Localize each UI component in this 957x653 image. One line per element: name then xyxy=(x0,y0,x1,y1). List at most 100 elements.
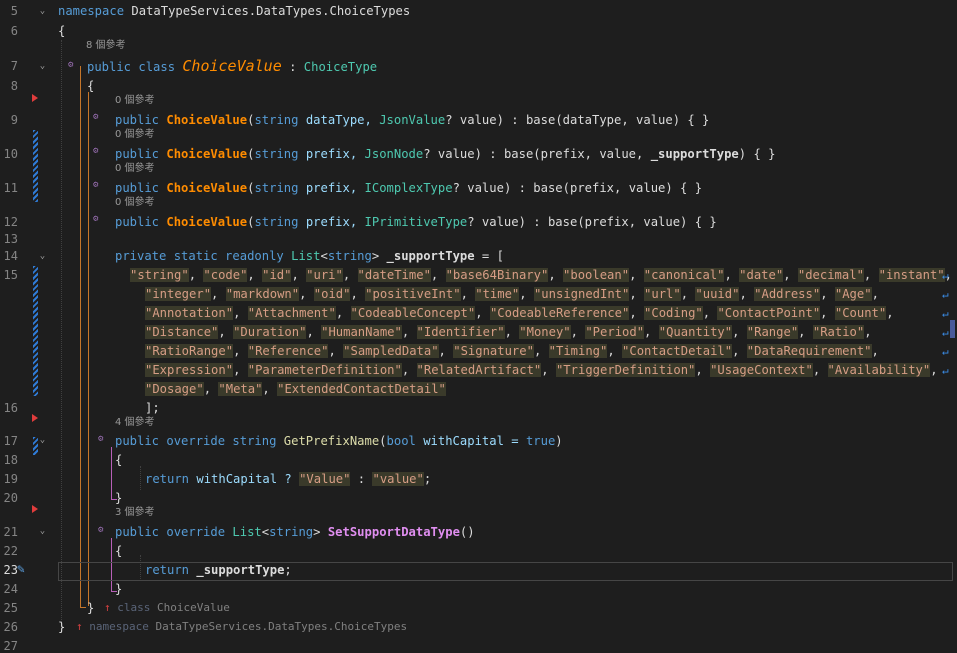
array-row[interactable]: "Expression", "ParameterDefinition", "Re… xyxy=(145,361,938,380)
class-name: ChoiceValue xyxy=(182,57,282,75)
line-number: 27 xyxy=(3,639,18,653)
setsupport-references-lens[interactable]: 3 個參考 xyxy=(115,506,155,520)
go-to-start-icon: ↑ xyxy=(76,620,83,633)
type-string: "string" xyxy=(130,268,189,282)
indent-guide xyxy=(80,607,86,608)
fold-toggle-icon[interactable]: ⌄ xyxy=(38,527,47,536)
array-row[interactable]: "string", "code", "id", "uri", "dateTime… xyxy=(130,266,952,285)
type-string: "CodeableConcept" xyxy=(350,306,476,320)
type-string: "Coding" xyxy=(644,306,703,320)
code-line[interactable]: } xyxy=(58,618,65,637)
line-number-gutter: 5 6 7 8 9 10 11 12 13 14 15 16 17 18 19 20 21 22 23 24 25 26 2… xyxy=(0,0,56,653)
change-marker xyxy=(33,130,38,202)
type-string: "oid" xyxy=(313,287,351,301)
fold-toggle-icon[interactable]: ⌄ xyxy=(38,7,47,16)
type-string: "Count" xyxy=(834,306,887,320)
class-references-lens[interactable]: 8 個參考 xyxy=(86,39,126,53)
ctor1-references-lens[interactable]: 0 個參考 xyxy=(115,94,155,108)
code-line[interactable]: public class ChoiceValue : ChoiceType xyxy=(87,57,377,76)
line-number: 18 xyxy=(3,453,18,467)
line-number: 13 xyxy=(3,232,18,246)
line-number: 20 xyxy=(3,491,18,505)
type-string: "CodeableReference" xyxy=(489,306,630,320)
line-number: 8 xyxy=(10,79,18,93)
word-wrap-icon: ↵ xyxy=(942,307,949,320)
code-line[interactable]: public ChoiceValue(string prefix, ICompl… xyxy=(115,179,702,198)
fold-toggle-icon[interactable]: ⌄ xyxy=(38,436,47,445)
code-line[interactable]: { xyxy=(115,542,122,561)
return-arrow-icon xyxy=(32,414,38,422)
array-row[interactable]: "Annotation", "Attachment", "CodeableCon… xyxy=(145,304,894,323)
getprefix-references-lens[interactable]: 4 個參考 xyxy=(115,416,155,430)
line-number: 24 xyxy=(3,582,18,596)
type-string: "UsageContext" xyxy=(710,363,813,377)
type-string: "HumanName" xyxy=(321,325,402,339)
code-line[interactable]: private static readonly List<string> _su… xyxy=(115,247,504,266)
scrollbar-marker xyxy=(950,320,955,338)
type-string: "Distance" xyxy=(145,325,219,339)
code-line[interactable]: public ChoiceValue(string prefix, JsonNo… xyxy=(115,145,775,164)
type-string: "Ratio" xyxy=(812,325,865,339)
code-line[interactable]: return _supportType; xyxy=(145,561,292,580)
type-string: "SampledData" xyxy=(343,344,439,358)
code-line[interactable]: { xyxy=(115,451,122,470)
type-string: "dateTime" xyxy=(357,268,431,282)
code-line[interactable]: { xyxy=(58,22,65,41)
type-string: "ParameterDefinition" xyxy=(247,363,402,377)
type-string: "canonical" xyxy=(643,268,725,282)
class-member-icon: ⚙ xyxy=(68,60,74,70)
type-string: "decimal" xyxy=(797,268,864,282)
code-line[interactable]: public ChoiceValue(string dataType, Json… xyxy=(115,111,709,130)
method-member-icon: ⚙ xyxy=(93,112,99,122)
code-line[interactable]: public ChoiceValue(string prefix, IPrimi… xyxy=(115,213,717,232)
code-line[interactable]: } xyxy=(115,580,122,599)
code-line[interactable]: public override List<string> SetSupportD… xyxy=(115,523,475,542)
fold-toggle-icon[interactable]: ⌄ xyxy=(38,62,47,71)
type-string: "RelatedArtifact" xyxy=(416,363,542,377)
override-member-icon: ⚙ xyxy=(98,434,104,444)
type-string: "base64Binary" xyxy=(445,268,549,282)
line-number: 15 xyxy=(3,268,18,282)
type-string: "markdown" xyxy=(225,287,300,301)
code-line[interactable]: } xyxy=(115,489,122,508)
type-string: "Identifier" xyxy=(416,325,505,339)
line-number: 6 xyxy=(10,24,18,38)
type-string: "Signature" xyxy=(453,344,534,358)
line-number: 10 xyxy=(3,147,18,161)
ctor3-references-lens[interactable]: 0 個參考 xyxy=(115,162,155,176)
type-string: "Dosage" xyxy=(145,382,204,396)
array-row[interactable]: "RatioRange", "Reference", "SampledData"… xyxy=(145,342,879,361)
end-class-label[interactable]: ↑ class ChoiceValue xyxy=(104,601,230,615)
fold-toggle-icon[interactable]: ⌄ xyxy=(38,252,47,261)
type-string: "date" xyxy=(739,268,784,282)
type-string: "positiveInt" xyxy=(365,287,461,301)
type-string: "ContactDetail" xyxy=(622,344,733,358)
array-row[interactable]: "Distance", "Duration", "HumanName", "Id… xyxy=(145,323,872,342)
end-namespace-label[interactable]: ↑ namespace DataTypeServices.DataTypes.C… xyxy=(76,620,407,634)
method-member-icon: ⚙ xyxy=(93,180,99,190)
code-line[interactable]: public override string GetPrefixName(boo… xyxy=(115,432,563,451)
code-line[interactable]: { xyxy=(87,77,94,96)
type-string: "Period" xyxy=(585,325,645,339)
line-number: 21 xyxy=(3,525,18,539)
code-editor[interactable]: 5 6 7 8 9 10 11 12 13 14 15 16 17 18 19 20 21 22 23 24 25 26 2… xyxy=(0,0,957,653)
line-number: 11 xyxy=(3,181,18,195)
array-row[interactable]: "Dosage", "Meta", "ExtendedContactDetail… xyxy=(145,380,446,399)
code-line[interactable]: namespace DataTypeServices.DataTypes.Cho… xyxy=(58,2,410,21)
ctor4-references-lens[interactable]: 0 個參考 xyxy=(115,196,155,210)
ctor2-references-lens[interactable]: 0 個參考 xyxy=(115,128,155,142)
type-string: "boolean" xyxy=(563,268,630,282)
array-row[interactable]: "integer", "markdown", "oid", "positiveI… xyxy=(145,285,879,304)
line-number: 5 xyxy=(10,4,18,18)
code-line[interactable]: ]; xyxy=(145,399,160,418)
method-member-icon: ⚙ xyxy=(93,146,99,156)
line-number: 17 xyxy=(3,434,18,448)
word-wrap-icon: ↵ xyxy=(942,345,949,358)
line-number: 9 xyxy=(10,113,18,127)
code-line[interactable]: return withCapital ? "Value" : "value"; xyxy=(145,470,431,489)
code-line[interactable]: } xyxy=(87,599,94,618)
line-number: 12 xyxy=(3,215,18,229)
edit-pen-icon: ✎ xyxy=(17,562,25,577)
type-string: "unsignedInt" xyxy=(533,287,630,301)
type-string: "ExtendedContactDetail" xyxy=(277,382,446,396)
